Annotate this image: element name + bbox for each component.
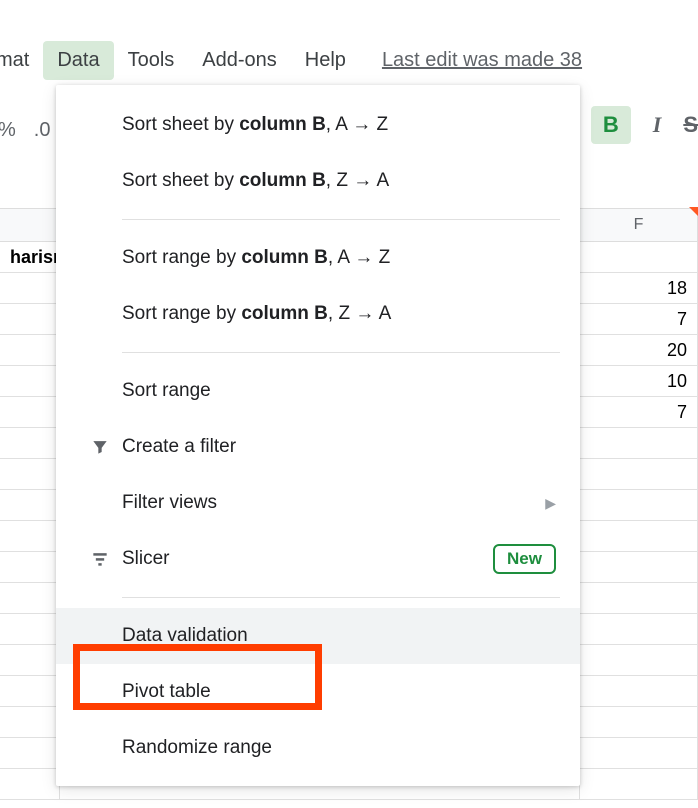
menu-item-sort-range-za[interactable]: Sort range by column B, Z → A	[56, 286, 580, 342]
menu-item-sort-range[interactable]: Sort range	[56, 363, 580, 419]
menu-tools[interactable]: Tools	[114, 41, 189, 80]
cell[interactable]	[0, 459, 60, 489]
cell[interactable]	[0, 335, 60, 365]
cell[interactable]	[0, 490, 60, 520]
cell[interactable]	[580, 707, 698, 737]
menu-item-label: Filter views	[122, 492, 545, 514]
menu-item-slicer[interactable]: Slicer New	[56, 531, 580, 587]
cell[interactable]	[580, 738, 698, 768]
submenu-arrow-icon: ▶	[545, 495, 556, 512]
cell[interactable]: 20	[580, 335, 698, 365]
menu-item-randomize-range[interactable]: Randomize range	[56, 720, 580, 776]
cell[interactable]	[0, 676, 60, 706]
cell[interactable]	[0, 397, 60, 427]
menu-item-label: Sort sheet by column B, A → Z	[122, 114, 556, 136]
cell[interactable]	[580, 676, 698, 706]
cell[interactable]: 10	[580, 366, 698, 396]
menu-help[interactable]: Help	[291, 41, 360, 80]
cell[interactable]	[0, 645, 60, 675]
menu-item-label: Randomize range	[122, 737, 556, 759]
cell[interactable]	[580, 583, 698, 613]
menu-item-label: Pivot table	[122, 681, 556, 703]
menu-item-label: Sort range by column B, Z → A	[122, 303, 556, 325]
cell[interactable]	[0, 273, 60, 303]
cell[interactable]	[580, 521, 698, 551]
cell[interactable]	[0, 738, 60, 768]
column-header[interactable]	[0, 208, 60, 242]
decrease-decimal-button[interactable]: .0	[34, 119, 51, 142]
cell[interactable]: harisn	[0, 242, 60, 272]
cell[interactable]	[580, 242, 698, 272]
toolbar-text-styles: B I S	[591, 106, 698, 144]
cell[interactable]	[580, 459, 698, 489]
filter-icon	[78, 437, 122, 457]
cell[interactable]	[580, 614, 698, 644]
menu-item-pivot-table[interactable]: Pivot table	[56, 664, 580, 720]
menu-item-filter-views[interactable]: Filter views ▶	[56, 475, 580, 531]
slicer-icon	[78, 549, 122, 569]
menu-item-data-validation[interactable]: Data validation	[56, 608, 580, 664]
menu-item-label: Sort range	[122, 380, 556, 402]
menu-item-label: Create a filter	[122, 436, 556, 458]
menu-format[interactable]: mat	[0, 41, 43, 80]
menu-item-label: Sort range by column B, A → Z	[122, 247, 556, 269]
italic-button[interactable]: I	[653, 112, 662, 138]
menu-item-label: Sort sheet by column B, Z → A	[122, 170, 556, 192]
cell[interactable]	[580, 769, 698, 799]
cell[interactable]	[580, 552, 698, 582]
menu-bar: mat Data Tools Add-ons Help Last edit wa…	[0, 38, 698, 82]
cell[interactable]	[0, 552, 60, 582]
menu-separator	[122, 352, 560, 353]
cell[interactable]	[0, 428, 60, 458]
bold-button[interactable]: B	[591, 106, 631, 144]
menu-item-sort-sheet-az[interactable]: Sort sheet by column B, A → Z	[56, 97, 580, 153]
cell[interactable]: 7	[580, 397, 698, 427]
menu-separator	[122, 597, 560, 598]
menu-item-create-filter[interactable]: Create a filter	[56, 419, 580, 475]
cell[interactable]	[580, 645, 698, 675]
cell[interactable]	[0, 769, 60, 799]
column-header-f[interactable]: F	[580, 208, 698, 242]
menu-addons[interactable]: Add-ons	[188, 41, 291, 80]
menu-item-label: Data validation	[122, 625, 556, 647]
menu-item-sort-range-az[interactable]: Sort range by column B, A → Z	[56, 230, 580, 286]
cell[interactable]: 18	[580, 273, 698, 303]
last-edit-link[interactable]: Last edit was made 38	[382, 49, 582, 72]
cell[interactable]	[0, 583, 60, 613]
column-header-label: F	[634, 216, 644, 234]
format-percent-button[interactable]: %	[0, 119, 16, 142]
menu-item-sort-sheet-za[interactable]: Sort sheet by column B, Z → A	[56, 153, 580, 209]
cell[interactable]	[580, 490, 698, 520]
cell[interactable]	[0, 614, 60, 644]
cell[interactable]	[0, 521, 60, 551]
menu-separator	[122, 219, 560, 220]
cell[interactable]	[0, 707, 60, 737]
new-badge: New	[493, 544, 556, 574]
strikethrough-button[interactable]: S	[683, 112, 698, 138]
cell[interactable]	[0, 304, 60, 334]
menu-item-label: Slicer	[122, 548, 493, 570]
cell[interactable]	[580, 428, 698, 458]
comment-indicator-icon	[689, 207, 698, 217]
cell[interactable]	[0, 366, 60, 396]
cell[interactable]: 7	[580, 304, 698, 334]
menu-data[interactable]: Data	[43, 41, 113, 80]
data-menu: Sort sheet by column B, A → Z Sort sheet…	[56, 85, 580, 786]
